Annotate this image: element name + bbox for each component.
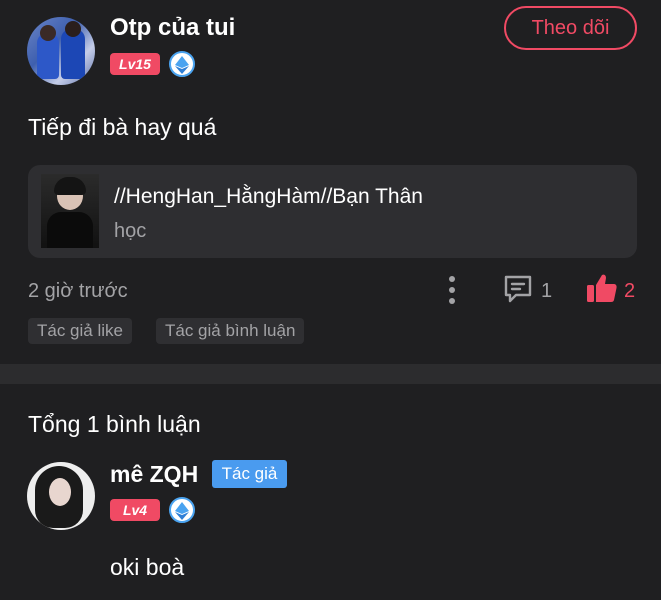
tag-author-commented: Tác giả bình luận <box>156 318 305 344</box>
commenter-name[interactable]: mê ZQH <box>110 461 198 488</box>
quoted-story-card[interactable]: //HengHan_HằngHàm//Bạn Thân học <box>28 165 637 258</box>
commenter-level-badge: Lv4 <box>110 499 160 521</box>
comment-button[interactable]: 1 <box>503 274 563 306</box>
post-author-level-badge: Lv15 <box>110 53 160 75</box>
comment-count: 1 <box>541 280 553 302</box>
author-badge: Tác giả <box>212 460 287 488</box>
like-count: 2 <box>624 280 636 302</box>
section-divider <box>0 364 661 384</box>
post-author-name[interactable]: Otp của tui <box>110 14 235 42</box>
post-author-avatar[interactable] <box>27 17 95 85</box>
ethereum-badge-icon <box>169 497 195 523</box>
commenter-avatar[interactable] <box>27 462 95 530</box>
quoted-story-title: //HengHan_HằngHàm//Bạn Thân <box>114 185 423 208</box>
follow-button[interactable]: Theo dõi <box>504 6 637 50</box>
more-vertical-icon[interactable] <box>440 275 464 305</box>
quoted-story-thumbnail <box>41 174 99 248</box>
quoted-story-subtitle: học <box>114 220 147 242</box>
tag-author-liked: Tác giả like <box>28 318 132 344</box>
comment-icon <box>504 275 532 303</box>
post-detail-page: Otp của tui Lv15 Theo dõi Tiếp đi bà hay… <box>0 0 661 600</box>
thumbs-up-icon <box>587 274 617 302</box>
like-button[interactable]: 2 <box>586 272 638 306</box>
post-text: Tiếp đi bà hay quá <box>28 114 217 140</box>
comment-total-heading: Tổng 1 bình luận <box>28 411 201 437</box>
ethereum-badge-icon <box>169 51 195 77</box>
post-timestamp: 2 giờ trước <box>28 280 128 302</box>
comment-text: oki boà <box>110 554 185 580</box>
